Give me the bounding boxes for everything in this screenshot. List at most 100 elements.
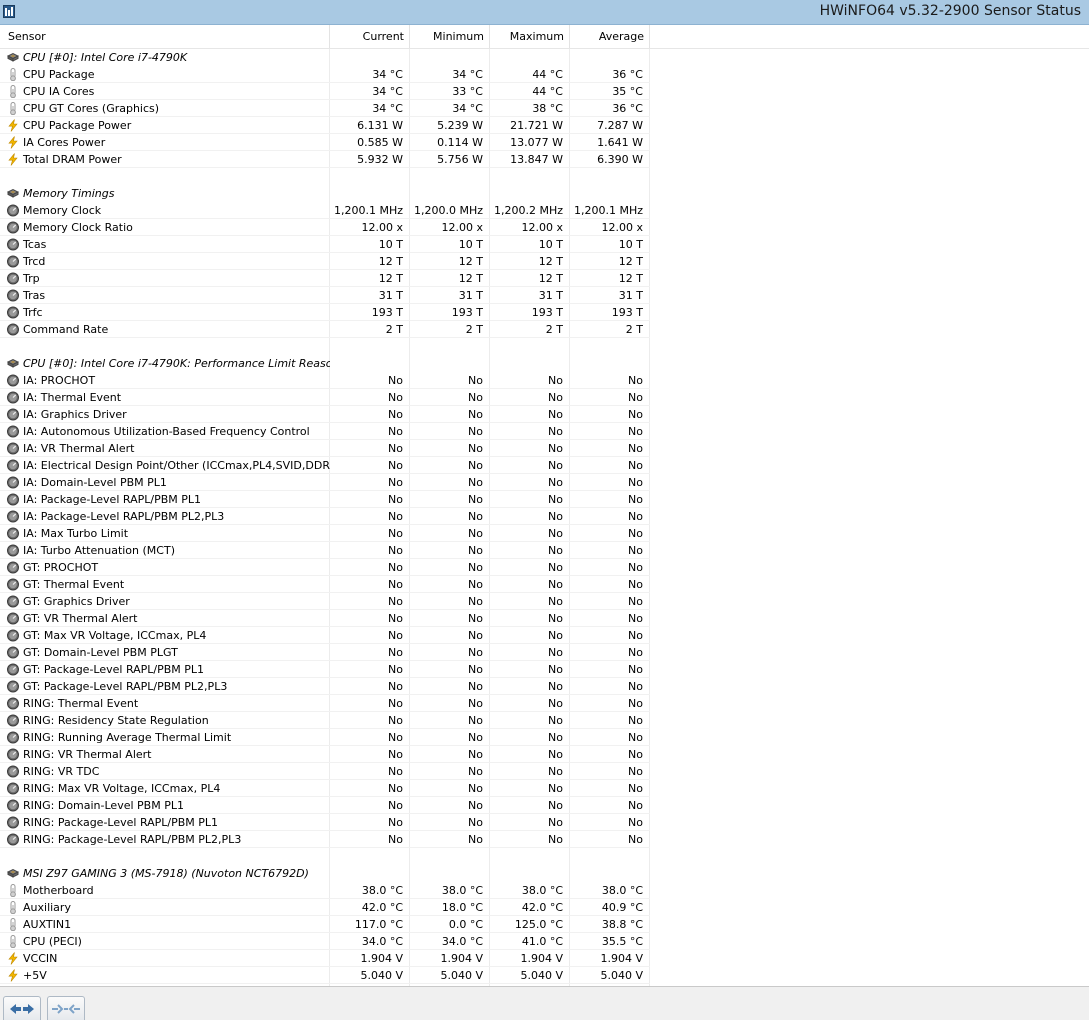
- sensor-row[interactable]: GT: Max VR Voltage, ICCmax, PL4 No No No No: [0, 627, 1089, 644]
- value-current: 31 T: [378, 289, 403, 302]
- sensor-row[interactable]: IA: Max Turbo Limit No No No No: [0, 525, 1089, 542]
- value-minimum: No: [468, 833, 483, 846]
- value-minimum: No: [468, 629, 483, 642]
- value-average: 1.904 V: [600, 952, 643, 965]
- sensor-group-row[interactable]: MSI Z97 GAMING 3 (MS-7918) (Nuvoton NCT6…: [0, 865, 1089, 882]
- sensor-row[interactable]: Total DRAM Power 5.932 W 5.756 W 13.847 W 6.…: [0, 151, 1089, 168]
- value-current: 10 T: [378, 238, 403, 251]
- sensor-row[interactable]: RING: Max VR Voltage, ICCmax, PL4 No No No N…: [0, 780, 1089, 797]
- sensor-name: Total DRAM Power: [23, 153, 122, 166]
- sensor-row[interactable]: GT: PROCHOT No No No No: [0, 559, 1089, 576]
- sensor-row[interactable]: GT: Domain-Level PBM PLGT No No No No: [0, 644, 1089, 661]
- value-minimum: 31 T: [458, 289, 483, 302]
- sensor-row[interactable]: GT: Graphics Driver No No No No: [0, 593, 1089, 610]
- sensor-row[interactable]: Tcas 10 T 10 T 10 T 10 T: [0, 236, 1089, 253]
- value-current: No: [388, 748, 403, 761]
- sensor-row[interactable]: RING: Package-Level RAPL/PBM PL2,PL3 No No…: [0, 831, 1089, 848]
- sensor-row[interactable]: RING: VR TDC No No No No: [0, 763, 1089, 780]
- navigate-button[interactable]: [3, 996, 41, 1020]
- sensor-name: IA: Domain-Level PBM PL1: [23, 476, 167, 489]
- column-header-sensor[interactable]: Sensor: [0, 25, 330, 48]
- value-current: 6.131 W: [357, 119, 403, 132]
- value-average: 12 T: [618, 255, 643, 268]
- column-header-maximum[interactable]: Maximum: [490, 25, 570, 48]
- value-current: No: [388, 476, 403, 489]
- value-current: 1,200.1 MHz: [333, 204, 403, 217]
- sensor-row[interactable]: Memory Clock 1,200.1 MHz 1,200.0 MHz 1,200.…: [0, 202, 1089, 219]
- sensor-row[interactable]: IA: Domain-Level PBM PL1 No No No No: [0, 474, 1089, 491]
- sensor-row[interactable]: IA: Thermal Event No No No No: [0, 389, 1089, 406]
- value-average: No: [628, 629, 643, 642]
- sensor-row[interactable]: CPU IA Cores 34 °C 33 °C 44 °C 35 °C: [0, 83, 1089, 100]
- sensor-name: RING: Max VR Voltage, ICCmax, PL4: [23, 782, 221, 795]
- sensor-row[interactable]: GT: VR Thermal Alert No No No No: [0, 610, 1089, 627]
- sensor-row[interactable]: IA: Turbo Attenuation (MCT) No No No No: [0, 542, 1089, 559]
- sensor-row[interactable]: CPU Package 34 °C 34 °C 44 °C 36 °C: [0, 66, 1089, 83]
- sensor-row[interactable]: IA Cores Power 0.585 W 0.114 W 13.077 W 1.64…: [0, 134, 1089, 151]
- value-minimum: 33 °C: [452, 85, 483, 98]
- sensor-row[interactable]: +5V 5.040 V 5.040 V 5.040 V 5.040 V: [0, 967, 1089, 984]
- sensor-row[interactable]: VCCIN 1.904 V 1.904 V 1.904 V 1.904 V: [0, 950, 1089, 967]
- sensor-row[interactable]: Trp 12 T 12 T 12 T 12 T: [0, 270, 1089, 287]
- sensor-row[interactable]: Trfc 193 T 193 T 193 T 193 T: [0, 304, 1089, 321]
- sensor-group-row[interactable]: Memory Timings: [0, 185, 1089, 202]
- value-maximum: No: [548, 527, 563, 540]
- value-maximum: No: [548, 833, 563, 846]
- sensor-row[interactable]: CPU (PECI) 34.0 °C 34.0 °C 41.0 °C 35.5 °C: [0, 933, 1089, 950]
- sensor-row[interactable]: IA: PROCHOT No No No No: [0, 372, 1089, 389]
- value-maximum: 12.00 x: [521, 221, 564, 234]
- sensor-row[interactable]: GT: Package-Level RAPL/PBM PL2,PL3 No No No…: [0, 678, 1089, 695]
- value-minimum: 193 T: [451, 306, 483, 319]
- sensor-row[interactable]: RING: Package-Level RAPL/PBM PL1 No No No No: [0, 814, 1089, 831]
- sensor-name: RING: Package-Level RAPL/PBM PL1: [23, 816, 219, 829]
- value-average: No: [628, 595, 643, 608]
- sensor-row[interactable]: IA: Electrical Design Point/Other (ICCma…: [0, 457, 1089, 474]
- sensor-group-row[interactable]: CPU [#0]: Intel Core i7-4790K: [0, 49, 1089, 66]
- sensor-row[interactable]: Trcd 12 T 12 T 12 T 12 T: [0, 253, 1089, 270]
- sensor-name: CPU (PECI): [23, 935, 82, 948]
- value-current: 34 °C: [372, 85, 403, 98]
- column-header-average[interactable]: Average: [570, 25, 650, 48]
- column-header-current[interactable]: Current: [330, 25, 410, 48]
- sensor-row[interactable]: RING: Domain-Level PBM PL1 No No No No: [0, 797, 1089, 814]
- sensor-row[interactable]: IA: Package-Level RAPL/PBM PL2,PL3 No No No…: [0, 508, 1089, 525]
- sensor-name: Trfc: [23, 306, 43, 319]
- sensor-row[interactable]: IA: VR Thermal Alert No No No No: [0, 440, 1089, 457]
- value-average: No: [628, 425, 643, 438]
- sensor-name: IA: Autonomous Utilization-Based Frequen…: [23, 425, 310, 438]
- sensor-row[interactable]: GT: Package-Level RAPL/PBM PL1 No No No No: [0, 661, 1089, 678]
- sensor-row[interactable]: CPU GT Cores (Graphics) 34 °C 34 °C 38 °C 36…: [0, 100, 1089, 117]
- sensor-row[interactable]: RING: Running Average Thermal Limit No No N…: [0, 729, 1089, 746]
- value-current: No: [388, 510, 403, 523]
- sensor-row[interactable]: Command Rate 2 T 2 T 2 T 2 T: [0, 321, 1089, 338]
- sensor-row[interactable]: Auxiliary 42.0 °C 18.0 °C 42.0 °C 40.9 °C: [0, 899, 1089, 916]
- value-average: No: [628, 612, 643, 625]
- window-title: HWiNFO64 v5.32-2900 Sensor Status: [819, 3, 1081, 19]
- value-average: No: [628, 782, 643, 795]
- sensor-row[interactable]: IA: Package-Level RAPL/PBM PL1 No No No No: [0, 491, 1089, 508]
- sensor-row[interactable]: Tras 31 T 31 T 31 T 31 T: [0, 287, 1089, 304]
- sensor-row[interactable]: RING: Thermal Event No No No No: [0, 695, 1089, 712]
- value-current: 5.932 W: [357, 153, 403, 166]
- column-header-minimum[interactable]: Minimum: [410, 25, 490, 48]
- sensor-row[interactable]: Memory Clock Ratio 12.00 x 12.00 x 12.00 x 1…: [0, 219, 1089, 236]
- sensor-group-row[interactable]: CPU [#0]: Intel Core i7-4790K: Performan…: [0, 355, 1089, 372]
- sensor-row[interactable]: RING: VR Thermal Alert No No No No: [0, 746, 1089, 763]
- value-current: No: [388, 391, 403, 404]
- value-minimum: No: [468, 476, 483, 489]
- sensor-row[interactable]: RING: Residency State Regulation No No No No: [0, 712, 1089, 729]
- value-maximum: No: [548, 544, 563, 557]
- sensor-row[interactable]: AUXTIN1 117.0 °C 0.0 °C 125.0 °C 38.8 °C: [0, 916, 1089, 933]
- value-current: No: [388, 799, 403, 812]
- value-average: 40.9 °C: [601, 901, 643, 914]
- collapse-button[interactable]: [47, 996, 85, 1020]
- value-maximum: 12 T: [538, 255, 563, 268]
- sensor-row[interactable]: IA: Autonomous Utilization-Based Frequen…: [0, 423, 1089, 440]
- value-current: No: [388, 629, 403, 642]
- value-average: No: [628, 578, 643, 591]
- sensor-row[interactable]: IA: Graphics Driver No No No No: [0, 406, 1089, 423]
- sensor-row[interactable]: CPU Package Power 6.131 W 5.239 W 21.721 W 7…: [0, 117, 1089, 134]
- sensor-table: CPU [#0]: Intel Core i7-4790K CPU Package…: [0, 49, 1089, 986]
- sensor-row[interactable]: Motherboard 38.0 °C 38.0 °C 38.0 °C 38.0 °C: [0, 882, 1089, 899]
- sensor-row[interactable]: GT: Thermal Event No No No No: [0, 576, 1089, 593]
